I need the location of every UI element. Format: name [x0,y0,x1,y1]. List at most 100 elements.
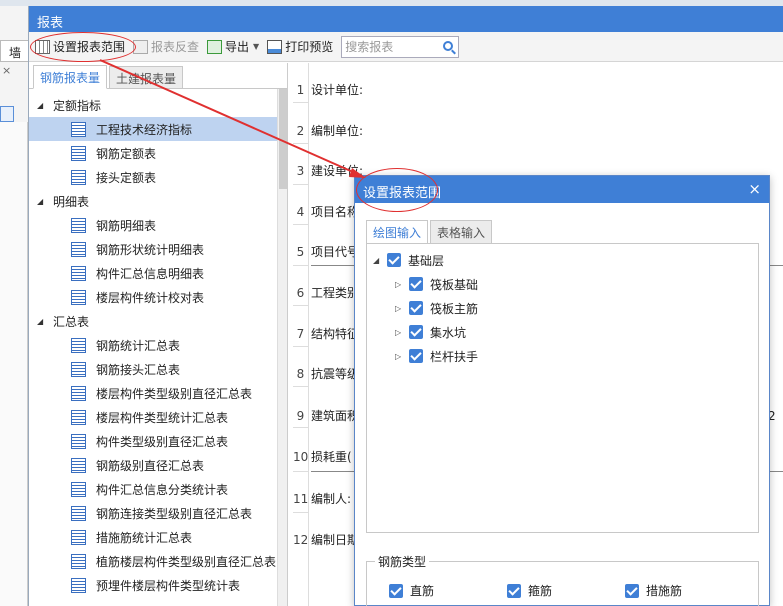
report-doc-icon [71,481,86,497]
report-doc-icon [71,529,86,545]
report-doc-icon [71,433,86,449]
expand-arrow-icon[interactable]: ▷ [395,328,409,337]
tree-group[interactable]: ◢ 明细表 [29,189,287,213]
report-doc-icon [71,289,86,305]
sheet-label: 建筑面积 [311,409,360,423]
tree-group[interactable]: ◢ 汇总表 [29,309,287,333]
report-doc-icon [71,577,86,593]
tree-item-label: 钢筋定额表 [96,146,157,161]
tree-item[interactable]: 构件汇总信息明细表 [29,261,287,285]
row-divider [293,386,308,387]
search-icon[interactable] [443,40,454,51]
tree-child-label: 栏杆扶手 [430,349,479,364]
rebar-type-label: 箍筋 [528,584,553,598]
row-number: 9 [296,409,305,423]
report-doc-icon [71,337,86,353]
background-close-icon[interactable]: × [2,64,16,78]
row-divider [293,265,308,266]
tree-item-label: 钢筋级别直径汇总表 [96,458,205,473]
tree-item[interactable]: 楼层构件统计校对表 [29,285,287,309]
sheet-label: 设计单位: [311,83,364,97]
tree-item[interactable]: 工程技术经济指标 [29,117,278,141]
export-button[interactable]: 导出 ▼ [207,38,259,55]
tree-item[interactable]: 钢筋定额表 [29,141,287,165]
report-toolbar: 设置报表范围 报表反查 导出 ▼ 打印预览 搜索报表 [29,32,783,62]
report-doc-icon [71,217,86,233]
tree-item[interactable]: 构件类型级别直径汇总表 [29,429,287,453]
tree-child-row[interactable]: ▷ 筏板主筋 [367,296,758,320]
tree-item-label: 楼层构件类型级别直径汇总表 [96,386,253,401]
rebar-type-option[interactable]: 箍筋 [507,582,552,599]
checkbox[interactable] [409,301,423,315]
expand-arrow-icon[interactable]: ▷ [395,352,409,361]
report-review-button[interactable]: 报表反查 [133,38,199,55]
background-tool-icon[interactable] [0,106,14,122]
report-doc-icon [71,409,86,425]
tree-item[interactable]: 楼层构件类型级别直径汇总表 [29,381,287,405]
tree-item-label: 钢筋接头汇总表 [96,362,181,377]
tree-scrollbar-thumb[interactable] [279,89,287,189]
sheet-label: 编制人: [311,492,352,506]
annotation-ring-toolbar [30,32,136,62]
tree-root-row[interactable]: ◢ 基础层 [367,248,758,272]
sheet-label: 编制日期 [311,533,360,547]
tree-item[interactable]: 钢筋级别直径汇总表 [29,453,287,477]
row-divider [293,305,308,306]
tree-child-row[interactable]: ▷ 栏杆扶手 [367,344,758,368]
tree-item-label: 接头定额表 [96,170,157,185]
checkbox[interactable] [387,253,401,267]
tree-group[interactable]: ◢ 定额指标 [29,93,287,117]
report-doc-icon [71,505,86,521]
expand-arrow-icon[interactable]: ▷ [395,304,409,313]
tab-table-input[interactable]: 表格输入 [430,220,493,244]
tree-item[interactable]: 措施筋统计汇总表 [29,525,287,549]
sheet-label: 项目名称 [311,205,360,219]
tree-item[interactable]: 接头定额表 [29,165,287,189]
collapse-arrow-icon[interactable]: ◢ [37,317,53,326]
tree-item-label: 构件类型级别直径汇总表 [96,434,229,449]
rebar-type-option[interactable]: 直筋 [389,582,434,599]
expand-arrow-icon[interactable]: ▷ [395,280,409,289]
row-number: 7 [296,327,305,341]
tree-child-label: 筏板主筋 [430,301,479,316]
report-search-input[interactable]: 搜索报表 [341,35,460,58]
row-divider [293,512,308,513]
tree-item[interactable]: 钢筋连接类型级别直径汇总表 [29,501,287,525]
tree-child-row[interactable]: ▷ 集水坑 [367,320,758,344]
collapse-arrow-icon[interactable]: ◢ [37,101,53,110]
tree-item[interactable]: 钢筋统计汇总表 [29,333,287,357]
tree-item[interactable]: 构件汇总信息分类统计表 [29,477,287,501]
tree-item[interactable]: 钢筋接头汇总表 [29,357,287,381]
checkbox[interactable] [409,349,423,363]
tree-item-label: 楼层构件统计校对表 [96,290,205,305]
tree-scrollbar[interactable] [277,89,287,606]
checkbox[interactable] [507,583,521,598]
report-doc-icon [71,265,86,281]
checkbox[interactable] [409,277,423,291]
row-number: 6 [296,286,305,300]
tree-child-row[interactable]: ▷ 筏板基础 [367,272,758,296]
checkbox[interactable] [389,583,403,598]
tab-civil-report[interactable]: 土建报表量 [109,66,184,88]
tab-rebar-report[interactable]: 钢筋报表量 [33,65,108,89]
tab-drawing-input[interactable]: 绘图输入 [366,220,429,244]
rebar-type-option[interactable]: 措施筋 [625,582,682,599]
tree-item[interactable]: 预埋件楼层构件类型统计表 [29,573,287,597]
checkbox[interactable] [625,583,639,598]
report-doc-icon [71,145,86,161]
print-preview-button[interactable]: 打印预览 [267,38,333,55]
report-type-tabs: 钢筋报表量 土建报表量 [29,63,287,89]
report-window-title: 报表 [29,6,783,32]
checkbox[interactable] [409,325,423,339]
collapse-arrow-icon[interactable]: ◢ [373,256,387,265]
collapse-arrow-icon[interactable]: ◢ [37,197,53,206]
tree-item[interactable]: 楼层构件类型统计汇总表 [29,405,287,429]
report-doc-icon [71,241,86,257]
tree-item[interactable]: 钢筋形状统计明细表 [29,237,287,261]
tree-item[interactable]: 植筋楼层构件类型级别直径汇总表 [29,549,287,573]
background-tab[interactable]: 墙 [0,40,30,62]
close-icon[interactable]: × [748,180,761,198]
export-label: 导出 [225,40,250,54]
tree-item[interactable]: 钢筋明细表 [29,213,287,237]
tree-item-label: 工程技术经济指标 [96,122,193,137]
